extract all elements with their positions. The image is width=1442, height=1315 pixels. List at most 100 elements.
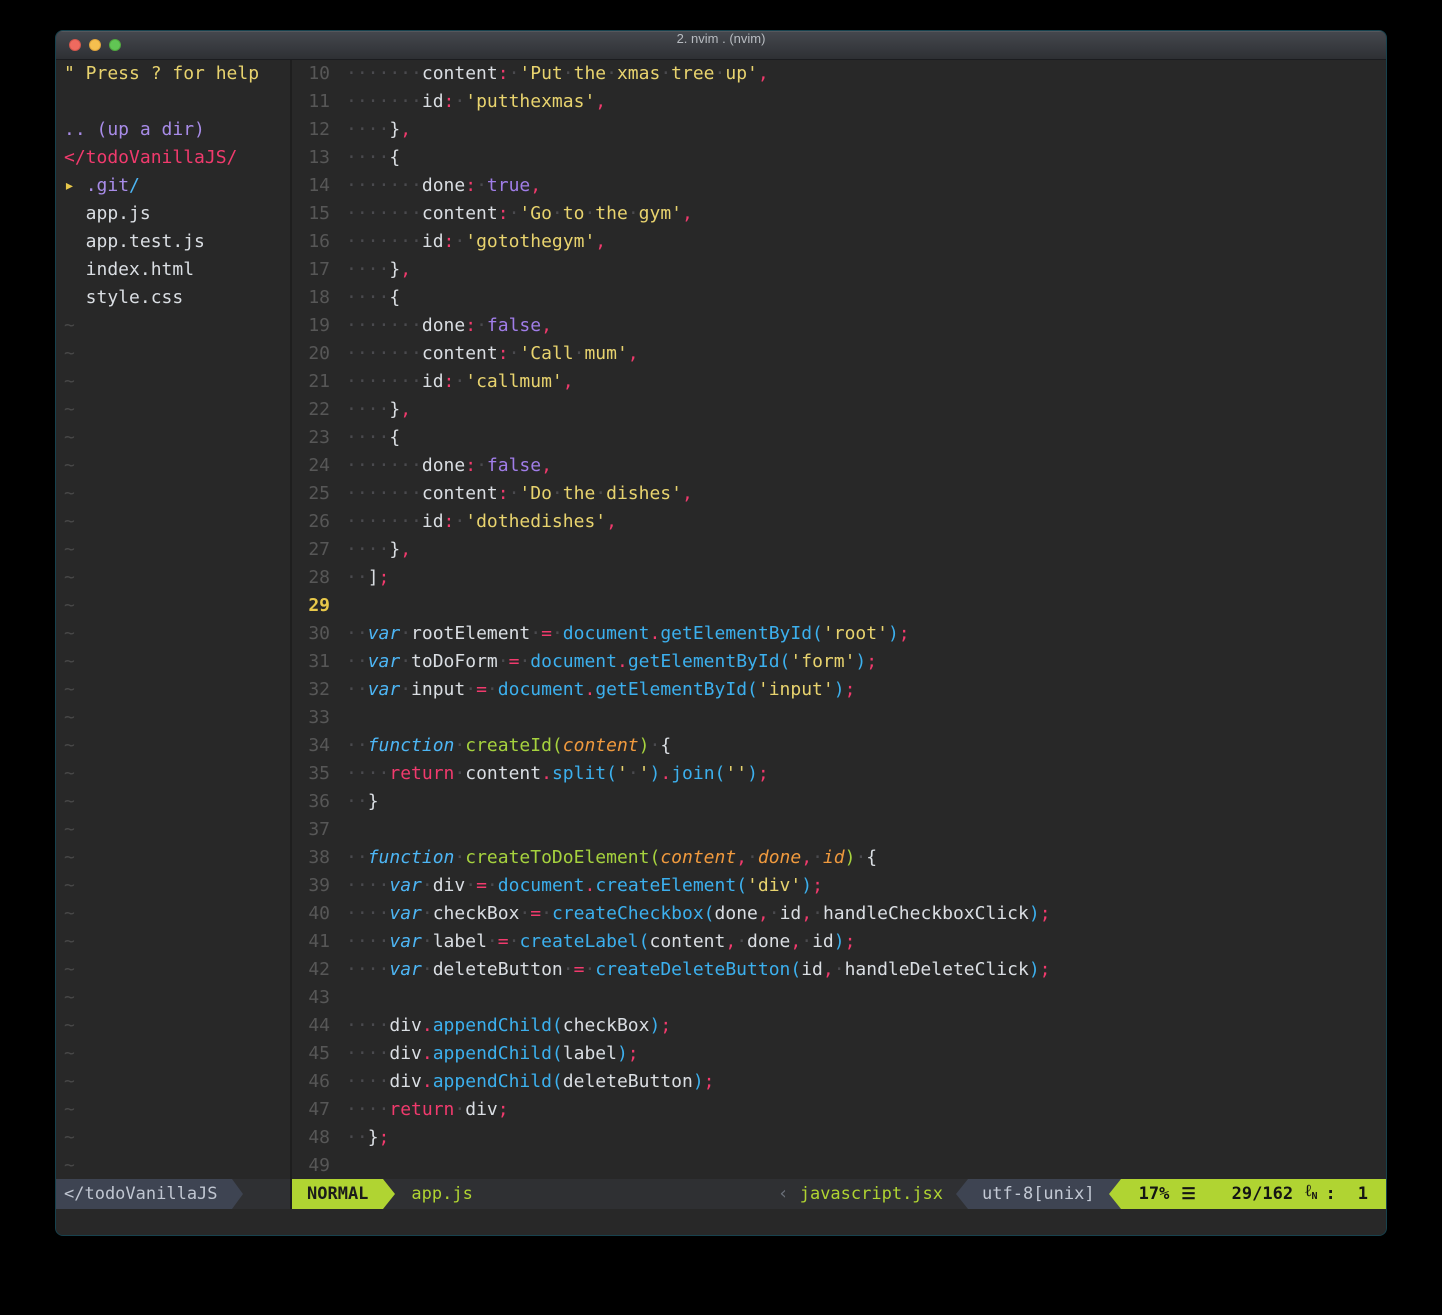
code-line-44[interactable]: 44····div.appendChild(checkBox); bbox=[292, 1012, 1386, 1040]
command-line[interactable] bbox=[56, 1209, 1386, 1236]
line-number: 44 bbox=[292, 1012, 330, 1040]
tilde-row: ~ bbox=[64, 816, 290, 844]
code-line-15[interactable]: 15·······content:·'Go·to·the·gym', bbox=[292, 200, 1386, 228]
code-line-31[interactable]: 31··var·toDoForm·=·document.getElementBy… bbox=[292, 648, 1386, 676]
code-line-20[interactable]: 20·······content:·'Call·mum', bbox=[292, 340, 1386, 368]
chevron-left-icon: ‹ bbox=[778, 1179, 789, 1209]
line-number: 43 bbox=[292, 984, 330, 1012]
code-line-34[interactable]: 34··function·createId(content)·{ bbox=[292, 732, 1386, 760]
code-line-36[interactable]: 36··} bbox=[292, 788, 1386, 816]
code-line-26[interactable]: 26·······id:·'dothedishes', bbox=[292, 508, 1386, 536]
code-line-29[interactable]: 29 bbox=[292, 592, 1386, 620]
tilde-row: ~ bbox=[64, 452, 290, 480]
code-line-19[interactable]: 19·······done:·false, bbox=[292, 312, 1386, 340]
line-text: ····var·div·=·document.createElement('di… bbox=[346, 872, 823, 900]
code-line-37[interactable]: 37 bbox=[292, 816, 1386, 844]
line-number: 14 bbox=[292, 172, 330, 200]
line-number: 48 bbox=[292, 1124, 330, 1152]
code-line-43[interactable]: 43 bbox=[292, 984, 1386, 1012]
code-line-23[interactable]: 23····{ bbox=[292, 424, 1386, 452]
code-line-42[interactable]: 42····var·deleteButton·=·createDeleteBut… bbox=[292, 956, 1386, 984]
close-button[interactable] bbox=[69, 39, 81, 51]
window-title: 2. nvim . (nvim) bbox=[56, 31, 1386, 59]
code-line-27[interactable]: 27 ····}, bbox=[292, 536, 1386, 564]
tree-file-app-js[interactable]: app.js bbox=[64, 200, 290, 228]
line-number: 15 bbox=[292, 200, 330, 228]
code-line-16[interactable]: 16·······id:·'gotothegym', bbox=[292, 228, 1386, 256]
code-line-14[interactable]: 14 ·······done:·true, bbox=[292, 172, 1386, 200]
line-number: 33 bbox=[292, 704, 330, 732]
titlebar[interactable]: 2. nvim . (nvim) bbox=[56, 31, 1386, 60]
nerdtree-sidebar[interactable]: " Press ? for help.. (up a dir)</todoVan… bbox=[56, 60, 292, 1179]
line-number: 28 bbox=[292, 564, 330, 592]
code-line-32[interactable]: 32··var·input·=·document.getElementById(… bbox=[292, 676, 1386, 704]
code-line-45[interactable]: 45····div.appendChild(label); bbox=[292, 1040, 1386, 1068]
code-line-39[interactable]: 39 ····var·div·=·document.createElement('… bbox=[292, 872, 1386, 900]
editor-buffer[interactable]: 10·······content:·'Put·the·xmas·tree·up'… bbox=[292, 60, 1386, 1179]
powerline-arrow-icon bbox=[1109, 1179, 1121, 1209]
code-line-25[interactable]: 25·······content:·'Do·the·dishes', bbox=[292, 480, 1386, 508]
line-text: ·······done:·false, bbox=[346, 312, 552, 340]
code-line-28[interactable]: 28··]; bbox=[292, 564, 1386, 592]
code-line-24[interactable]: 24·······done:·false, bbox=[292, 452, 1386, 480]
terminal-window: 2. nvim . (nvim) " Press ? for help.. (u… bbox=[55, 30, 1387, 1236]
line-number: 37 bbox=[292, 816, 330, 844]
code-line-46[interactable]: 46····div.appendChild(deleteButton); bbox=[292, 1068, 1386, 1096]
code-line-38[interactable]: 38··function·createToDoElement(content,·… bbox=[292, 844, 1386, 872]
code-line-47[interactable]: 47····return·div; bbox=[292, 1096, 1386, 1124]
line-text: ····var·checkBox·=·createCheckbox(done,·… bbox=[346, 900, 1051, 928]
line-text: ·······id:·'putthexmas', bbox=[346, 88, 606, 116]
line-text: ····}, bbox=[346, 536, 411, 564]
nerdtree-statusline: </todoVanillaJS bbox=[56, 1179, 292, 1209]
code-line-17[interactable]: 17····}, bbox=[292, 256, 1386, 284]
maximize-button[interactable] bbox=[109, 39, 121, 51]
code-line-21[interactable]: 21·······id:·'callmum', bbox=[292, 368, 1386, 396]
vim-panes: " Press ? for help.. (up a dir)</todoVan… bbox=[56, 60, 1386, 1179]
powerline-arrow-icon bbox=[956, 1179, 968, 1209]
code-line-35[interactable]: 35····return·content.split('·').join('')… bbox=[292, 760, 1386, 788]
code-line-13[interactable]: 13····{ bbox=[292, 144, 1386, 172]
line-text: ··function·createToDoElement(content,·do… bbox=[346, 844, 877, 872]
line-number: 49 bbox=[292, 1152, 330, 1179]
line-number: 39 bbox=[292, 872, 330, 900]
tree-root[interactable]: </todoVanillaJS/ bbox=[64, 144, 290, 172]
tree-up-dir[interactable]: .. (up a dir) bbox=[64, 116, 290, 144]
code-line-11[interactable]: 11 ·······id:·'putthexmas', bbox=[292, 88, 1386, 116]
line-text: ····var·label·=·createLabel(content,·don… bbox=[346, 928, 855, 956]
line-text: ····}, bbox=[346, 396, 411, 424]
line-text: ·······done:·false, bbox=[346, 452, 552, 480]
code-line-30[interactable]: 30··var·rootElement·=·document.getElemen… bbox=[292, 620, 1386, 648]
line-number: 12 bbox=[292, 116, 330, 144]
tree-file-index-html[interactable]: index.html bbox=[64, 256, 290, 284]
tilde-row: ~ bbox=[64, 424, 290, 452]
code-line-49[interactable]: 49 bbox=[292, 1152, 1386, 1179]
line-text: ··function·createId(content)·{ bbox=[346, 732, 671, 760]
minimize-button[interactable] bbox=[89, 39, 101, 51]
tilde-row: ~ bbox=[64, 536, 290, 564]
tilde-row: ~ bbox=[64, 788, 290, 816]
powerline-arrow-icon bbox=[232, 1179, 243, 1209]
tree-file-app-test-js[interactable]: app.test.js bbox=[64, 228, 290, 256]
code-line-10[interactable]: 10·······content:·'Put·the·xmas·tree·up'… bbox=[292, 60, 1386, 88]
line-text: ·······done:·true, bbox=[346, 172, 541, 200]
code-line-40[interactable]: 40····var·checkBox·=·createCheckbox(done… bbox=[292, 900, 1386, 928]
code-line-48[interactable]: 48··}; bbox=[292, 1124, 1386, 1152]
tilde-row: ~ bbox=[64, 1040, 290, 1068]
line-text: ····}, bbox=[346, 256, 411, 284]
tree-file-style-css[interactable]: style.css bbox=[64, 284, 290, 312]
tilde-row: ~ bbox=[64, 732, 290, 760]
line-number: 22 bbox=[292, 396, 330, 424]
code-line-22[interactable]: 22 ····}, bbox=[292, 396, 1386, 424]
line-number: 11 bbox=[292, 88, 330, 116]
line-text: ····{ bbox=[346, 144, 400, 172]
code-line-33[interactable]: 33 bbox=[292, 704, 1386, 732]
line-number: 30 bbox=[292, 620, 330, 648]
code-line-41[interactable]: 41····var·label·=·createLabel(content,·d… bbox=[292, 928, 1386, 956]
tilde-row: ~ bbox=[64, 704, 290, 732]
line-number: 32 bbox=[292, 676, 330, 704]
line-number: 27 bbox=[292, 536, 330, 564]
code-line-18[interactable]: 18····{ bbox=[292, 284, 1386, 312]
code-line-12[interactable]: 12····}, bbox=[292, 116, 1386, 144]
line-text: ····div.appendChild(deleteButton); bbox=[346, 1068, 715, 1096]
tree-dir-git[interactable]: ▸ .git/ bbox=[64, 172, 290, 200]
